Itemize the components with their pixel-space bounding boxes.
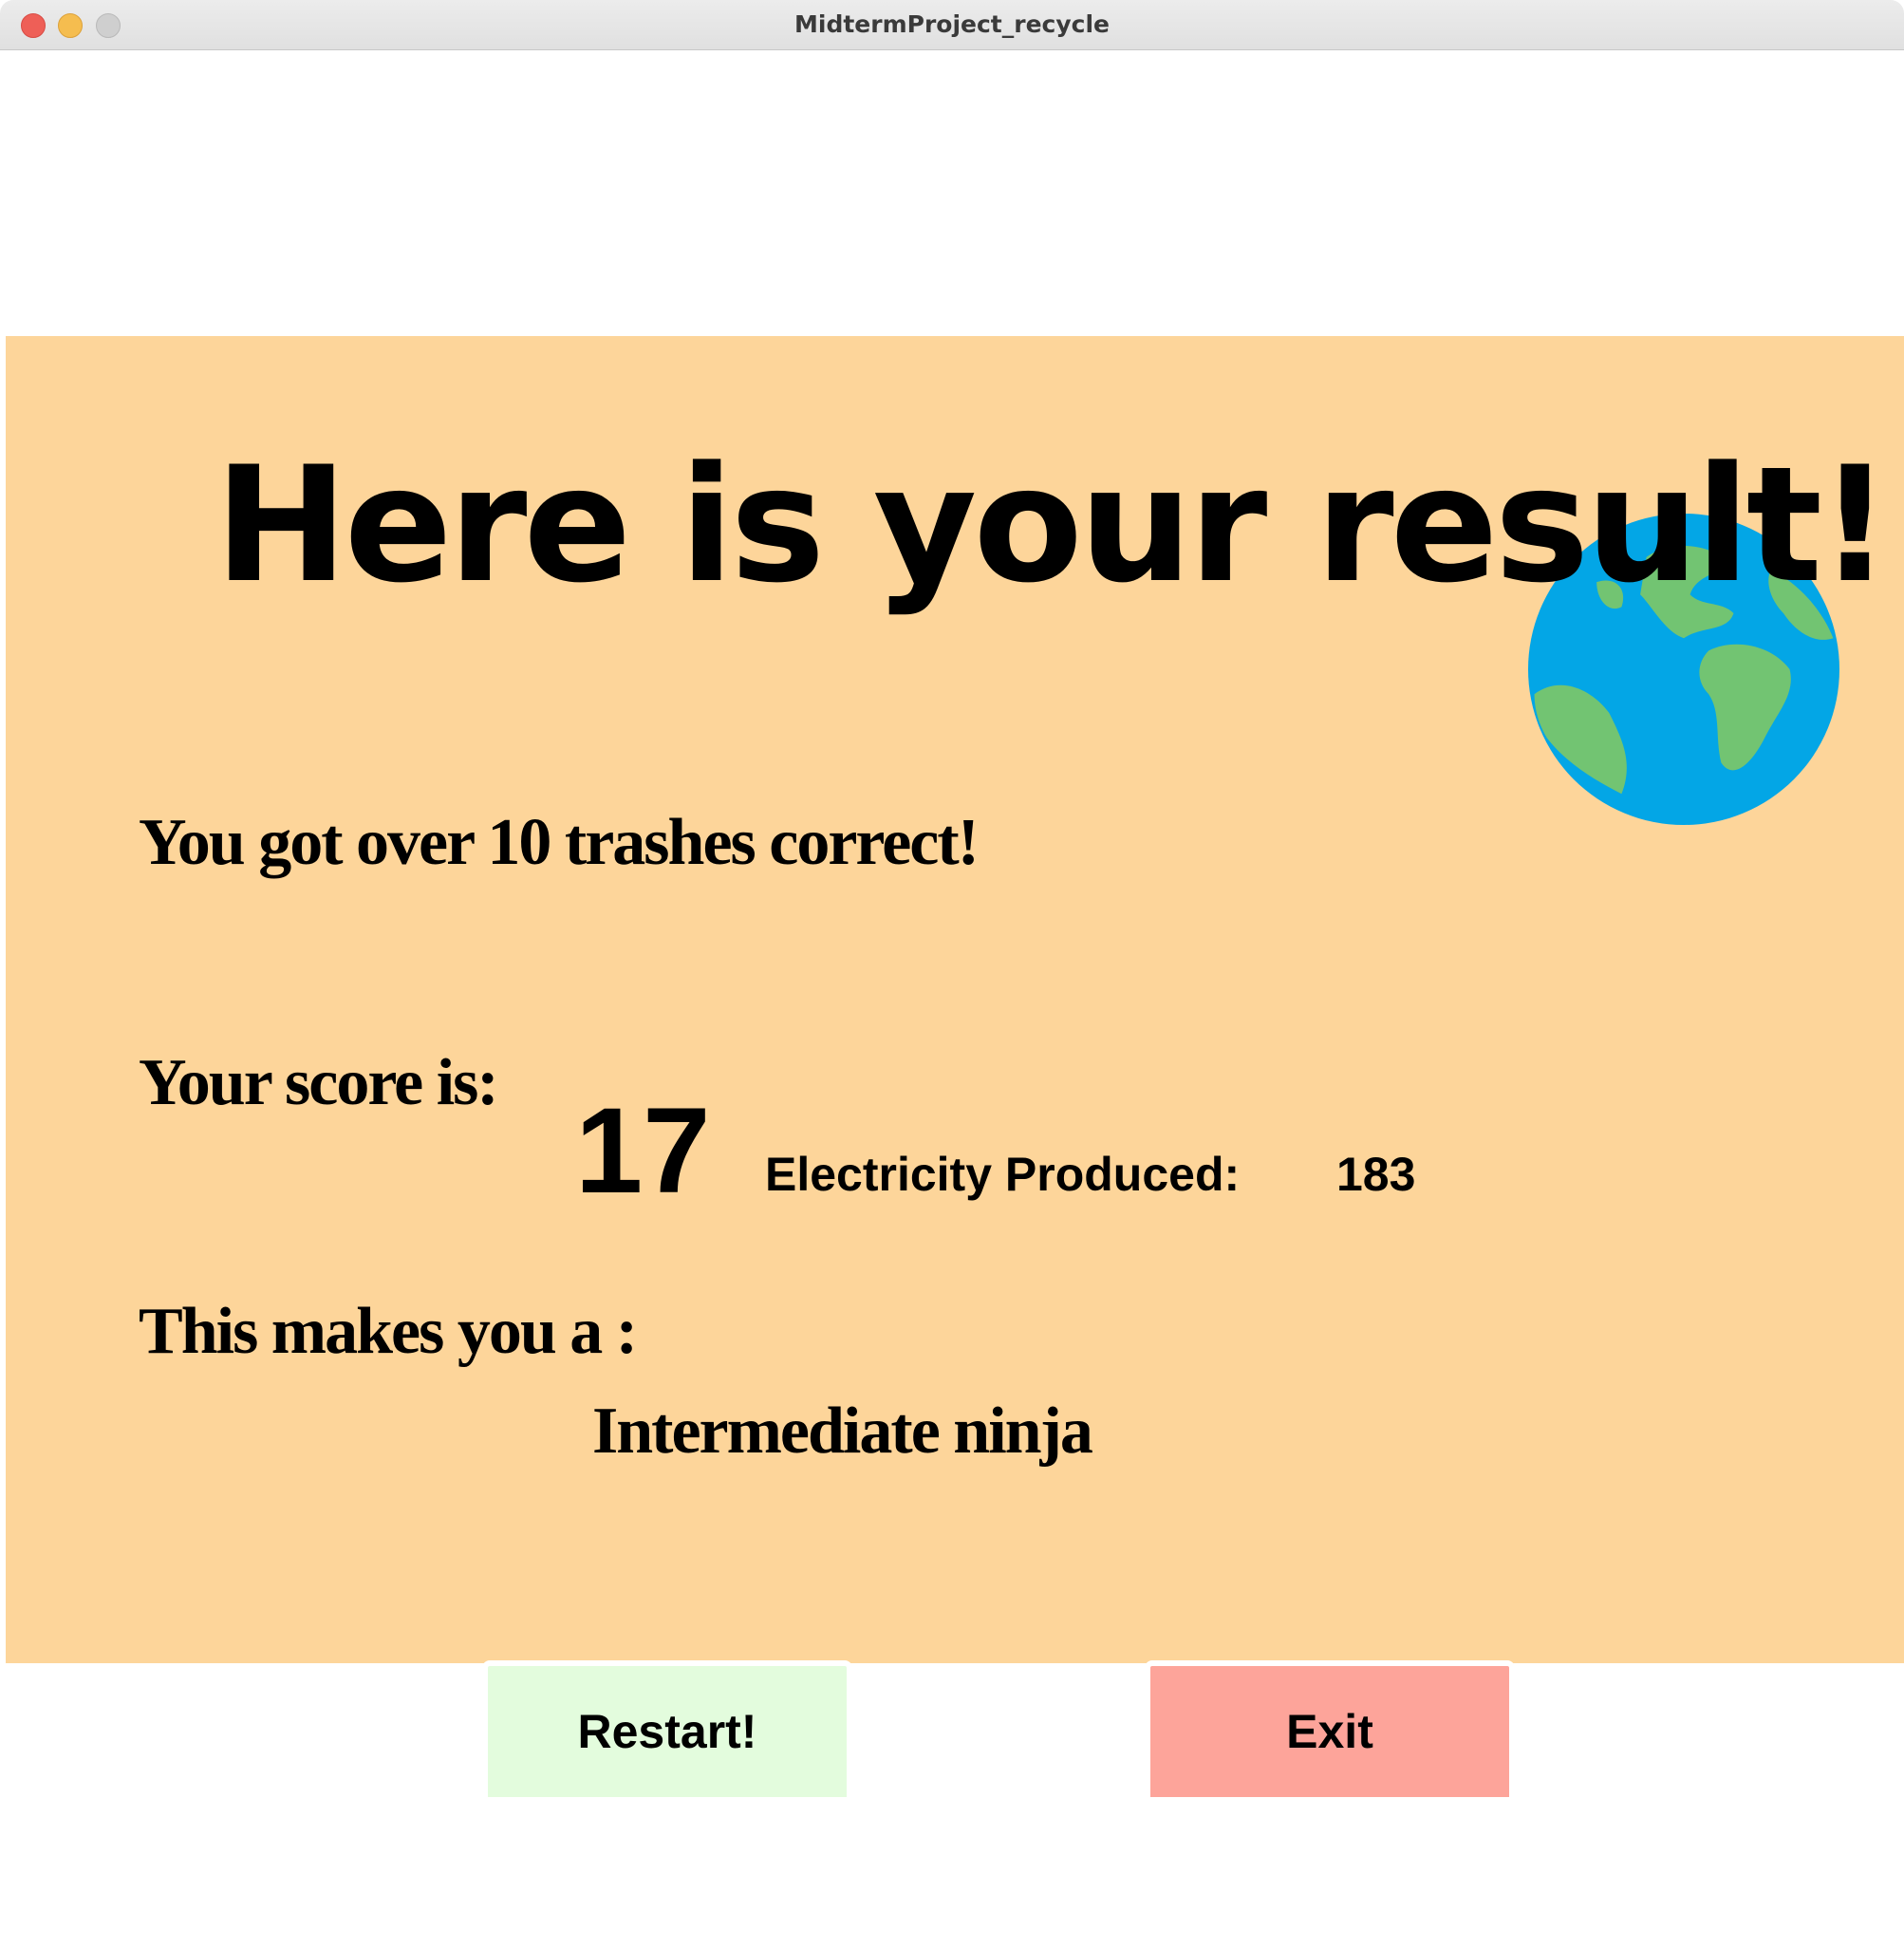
title-bar[interactable]: MidtermProject_recycle: [0, 0, 1904, 50]
exit-button[interactable]: Exit: [1145, 1660, 1515, 1803]
electricity-value: 183: [1336, 1148, 1416, 1201]
rank-label: This makes you a :: [139, 1295, 638, 1368]
game-canvas: Here is your result! You got over 10 tra…: [6, 50, 1904, 1948]
window-title: MidtermProject_recycle: [794, 10, 1110, 38]
result-headline: Here is your result!: [215, 432, 1892, 618]
rank-value: Intermediate ninja: [592, 1395, 1093, 1468]
score-label: Your score is:: [139, 1046, 499, 1119]
electricity-label: Electricity Produced:: [765, 1148, 1241, 1201]
restart-button[interactable]: Restart!: [482, 1660, 852, 1803]
correct-message: You got over 10 trashes correct!: [139, 806, 980, 879]
headline-container: Here is your result!: [215, 421, 1892, 629]
app-window: MidtermProject_recycle Here is your resu…: [0, 0, 1904, 1948]
score-value: 17: [575, 1083, 711, 1219]
